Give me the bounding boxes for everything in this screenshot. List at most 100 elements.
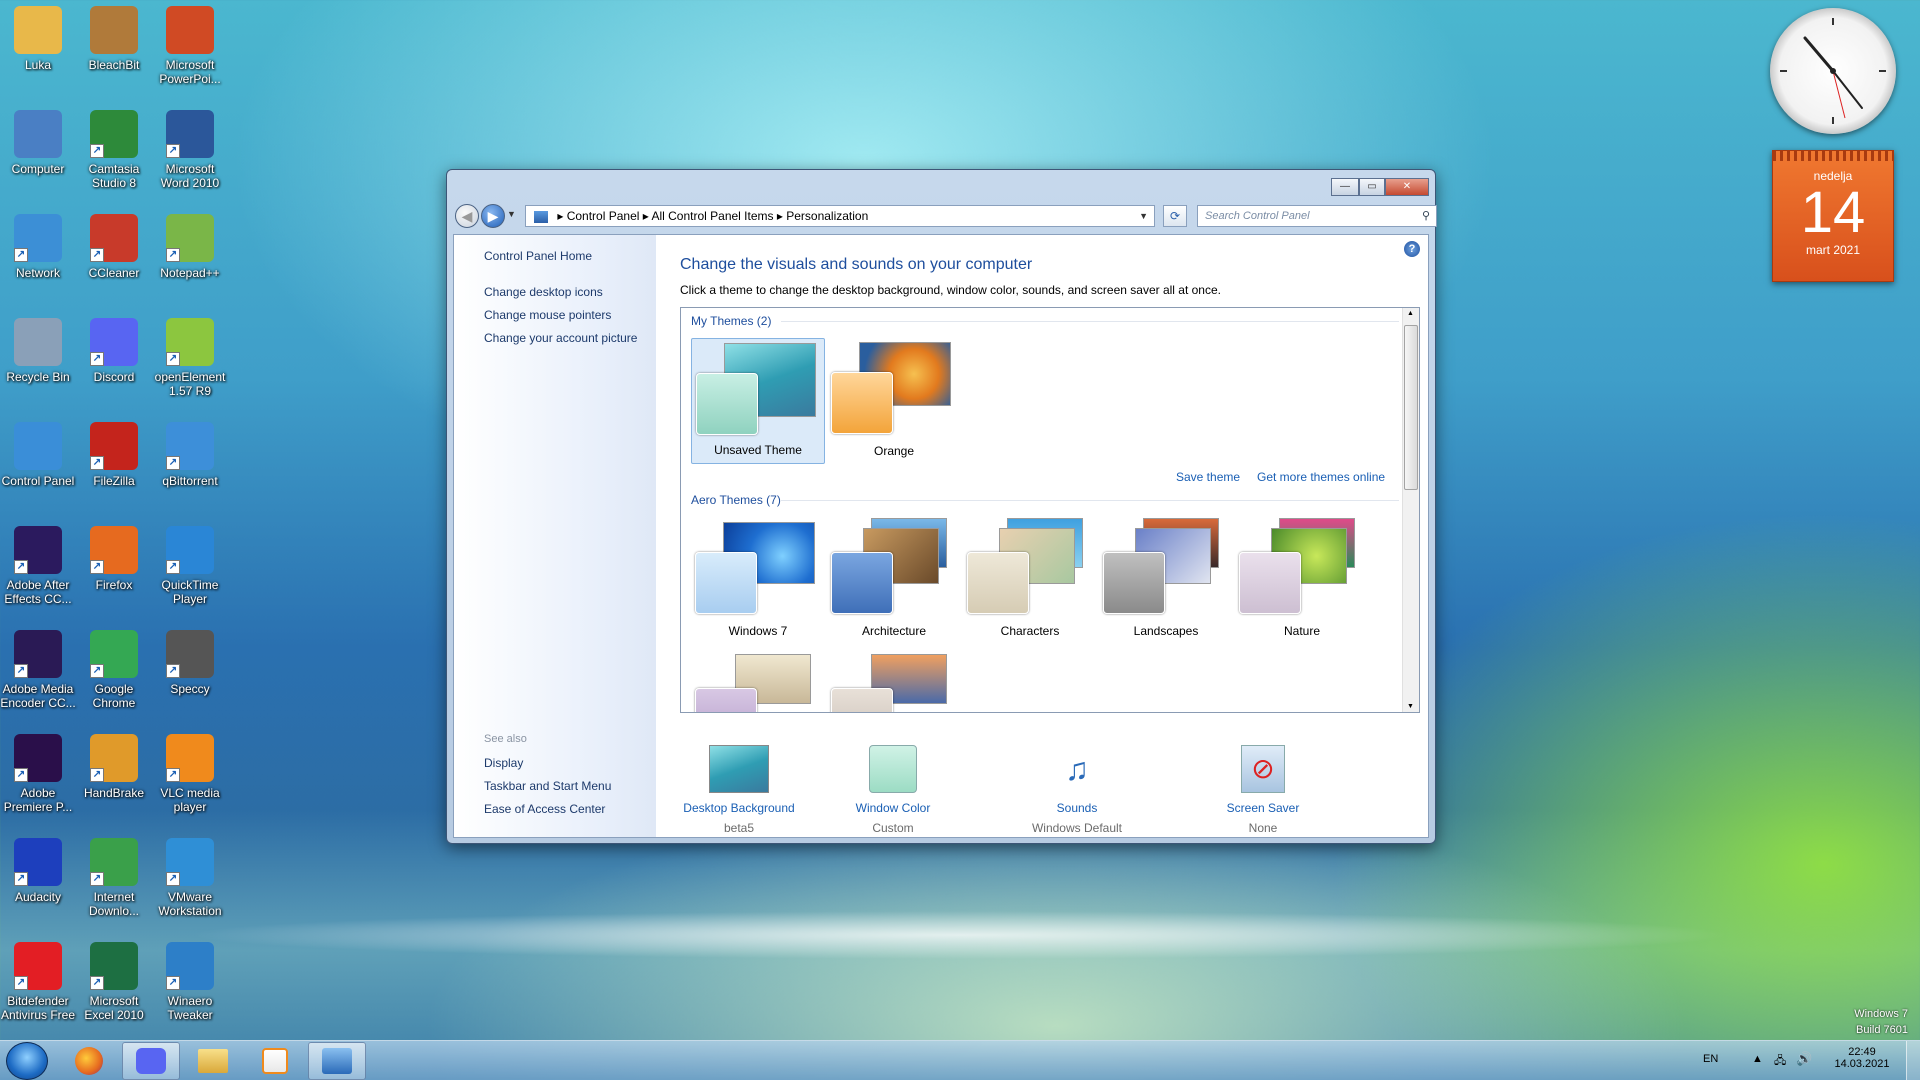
desktop-icon-label: Adobe Premiere P... <box>3 786 73 814</box>
help-icon[interactable]: ? <box>1404 241 1420 257</box>
start-button[interactable] <box>6 1042 48 1080</box>
theme-characters[interactable]: Characters <box>963 518 1097 644</box>
desktop-icon[interactable]: ↗ qBittorrent <box>152 416 228 488</box>
desktop-app-icon: ↗ <box>90 942 138 990</box>
theme-row3-1[interactable] <box>691 654 825 712</box>
refresh-icon[interactable]: ⟳ <box>1163 205 1187 227</box>
calendar-gadget[interactable]: nedelja 14 mart 2021 <box>1772 150 1894 282</box>
show-hidden-icons[interactable]: ▲ <box>1752 1053 1763 1065</box>
desktop-icon[interactable]: ↗ VMware Workstation <box>152 832 228 918</box>
language-indicator[interactable]: EN <box>1703 1053 1718 1065</box>
desktop-icon[interactable]: BleachBit <box>76 0 152 72</box>
clock-gadget[interactable] <box>1770 8 1896 134</box>
window-color-item[interactable]: Window Color Custom <box>818 745 968 835</box>
theme-architecture[interactable]: Architecture <box>827 518 961 644</box>
desktop-icon[interactable]: ↗ HandBrake <box>76 728 152 800</box>
theme-nature[interactable]: Nature <box>1235 518 1369 644</box>
gallery-scrollbar[interactable]: ▲ ▼ <box>1402 308 1419 712</box>
desktop-icon[interactable]: ↗ Discord <box>76 312 152 384</box>
shortcut-arrow-icon: ↗ <box>166 456 180 470</box>
desktop-icon[interactable]: ↗ Camtasia Studio 8 <box>76 104 152 190</box>
change-mouse-pointers-link[interactable]: Change mouse pointers <box>484 308 611 322</box>
breadcrumb-all-items[interactable]: All Control Panel Items <box>651 209 773 223</box>
theme-windows7[interactable]: Windows 7 <box>691 518 825 644</box>
shortcut-arrow-icon: ↗ <box>166 976 180 990</box>
desktop-icon[interactable]: ↗ QuickTime Player <box>152 520 228 606</box>
desktop-icon[interactable]: ↗ Network <box>0 208 76 280</box>
desktop-icon[interactable]: ↗ Bitdefender Antivirus Free <box>0 936 76 1022</box>
desktop-background-item[interactable]: Desktop Background beta5 <box>664 745 814 835</box>
close-button[interactable]: ✕ <box>1385 178 1429 196</box>
address-dropdown-icon[interactable]: ▼ <box>1139 206 1148 226</box>
change-account-picture-link[interactable]: Change your account picture <box>484 331 637 345</box>
desktop-icon[interactable]: ↗ Microsoft Excel 2010 <box>76 936 152 1022</box>
network-tray-icon[interactable]: 🖧 <box>1774 1052 1786 1071</box>
theme-orange[interactable]: Orange <box>827 338 961 464</box>
desktop-icon[interactable]: ↗ Internet Downlo... <box>76 832 152 918</box>
desktop-icon[interactable]: Microsoft PowerPoi... <box>152 0 228 86</box>
desktop-icon[interactable]: Computer <box>0 104 76 176</box>
scroll-up-icon[interactable]: ▲ <box>1407 310 1414 317</box>
desktop-icon[interactable]: Recycle Bin <box>0 312 76 384</box>
theme-landscapes[interactable]: Landscapes <box>1099 518 1233 644</box>
desktop-icon[interactable]: ↗ Audacity <box>0 832 76 904</box>
get-more-themes-link[interactable]: Get more themes online <box>1257 470 1385 484</box>
desktop-icon[interactable]: ↗ Adobe After Effects CC... <box>0 520 76 606</box>
theme-color-swatch <box>967 552 1029 614</box>
maximize-button[interactable]: ▭ <box>1359 178 1385 196</box>
desktop-background-icon <box>709 745 769 793</box>
desktop-icon[interactable]: ↗ Google Chrome <box>76 624 152 710</box>
theme-unsaved[interactable]: Unsaved Theme <box>691 338 825 464</box>
desktop-icon[interactable]: ↗ CCleaner <box>76 208 152 280</box>
desktop-icon[interactable]: ↗ FileZilla <box>76 416 152 488</box>
taskbar-start-menu-link[interactable]: Taskbar and Start Menu <box>484 779 611 793</box>
back-button[interactable]: ◀ <box>455 204 479 228</box>
aero-themes-heading: Aero Themes (7) <box>691 493 781 507</box>
scrollbar-thumb[interactable] <box>1404 325 1418 490</box>
minimize-button[interactable]: — <box>1331 178 1359 196</box>
ease-of-access-link[interactable]: Ease of Access Center <box>484 802 605 816</box>
desktop-icon[interactable]: ↗ Notepad++ <box>152 208 228 280</box>
desktop-app-icon: ↗ <box>166 214 214 262</box>
change-desktop-icons-link[interactable]: Change desktop icons <box>484 285 603 299</box>
scroll-down-icon[interactable]: ▼ <box>1407 703 1414 710</box>
windows-watermark: Windows 7 Build 7601 <box>1854 1006 1908 1038</box>
taskbar-discord[interactable] <box>122 1042 180 1080</box>
desktop-icon-label: Recycle Bin <box>6 370 70 384</box>
window-color-value: Custom <box>872 821 914 835</box>
desktop-icon[interactable]: ↗ VLC media player <box>152 728 228 814</box>
wallpaper-light-streak <box>0 905 1920 965</box>
address-bar[interactable]: ▸ Control Panel ▸ All Control Panel Item… <box>525 205 1155 227</box>
search-icon[interactable]: ⚲ <box>1422 206 1430 226</box>
volume-tray-icon[interactable]: 🔊 <box>1796 1051 1812 1067</box>
breadcrumb-control-panel[interactable]: Control Panel <box>567 209 640 223</box>
sounds-item[interactable]: ♫ Sounds Windows Default <box>1002 745 1152 835</box>
desktop-icon[interactable]: ↗ Winaero Tweaker <box>152 936 228 1022</box>
show-desktop-button[interactable] <box>1906 1041 1920 1080</box>
theme-row3-2[interactable] <box>827 654 961 712</box>
control-panel-home-link[interactable]: Control Panel Home <box>484 249 592 263</box>
taskbar-media-player[interactable] <box>246 1042 304 1080</box>
display-link[interactable]: Display <box>484 756 523 770</box>
breadcrumb-personalization[interactable]: Personalization <box>786 209 868 223</box>
desktop-icon[interactable]: Control Panel <box>0 416 76 488</box>
clock-tray[interactable]: 22:49 14.03.2021 <box>1832 1046 1892 1070</box>
desktop-icon[interactable]: ↗ Adobe Premiere P... <box>0 728 76 814</box>
desktop-icon[interactable]: ↗ Speccy <box>152 624 228 696</box>
desktop-icon[interactable]: Luka <box>0 0 76 72</box>
save-theme-link[interactable]: Save theme <box>1176 470 1240 484</box>
taskbar-explorer[interactable] <box>184 1042 242 1080</box>
desktop-icon[interactable]: ↗ openElement 1.57 R9 <box>152 312 228 398</box>
forward-button[interactable]: ▶ <box>481 204 505 228</box>
desktop-icon[interactable]: ↗ Adobe Media Encoder CC... <box>0 624 76 710</box>
search-input[interactable]: Search Control Panel ⚲ <box>1197 205 1437 227</box>
taskbar-firefox[interactable] <box>60 1042 118 1080</box>
theme-label: Unsaved Theme <box>714 443 802 457</box>
shortcut-arrow-icon: ↗ <box>90 976 104 990</box>
screen-saver-item[interactable]: ⊘ Screen Saver None <box>1188 745 1338 835</box>
taskbar-control-panel[interactable] <box>308 1042 366 1080</box>
shortcut-arrow-icon: ↗ <box>166 872 180 886</box>
recent-pages-icon[interactable]: ▼ <box>507 209 516 219</box>
desktop-icon[interactable]: ↗ Microsoft Word 2010 <box>152 104 228 190</box>
desktop-icon[interactable]: ↗ Firefox <box>76 520 152 592</box>
